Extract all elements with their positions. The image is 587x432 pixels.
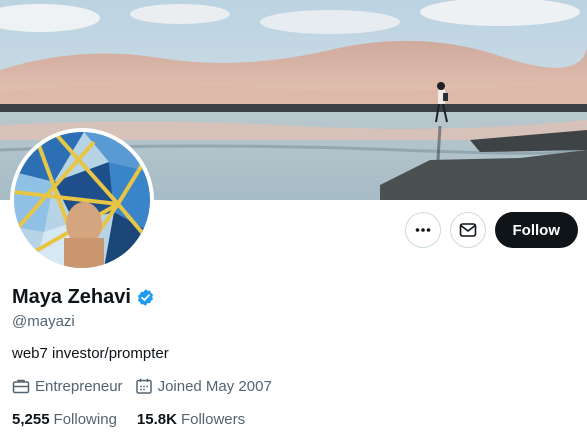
display-name-row: Maya Zehavi xyxy=(12,286,155,309)
more-button[interactable] xyxy=(404,212,441,248)
more-icon xyxy=(415,228,430,232)
category-label: Entrepreneur xyxy=(35,377,123,395)
calendar-icon xyxy=(135,378,152,394)
profile-joined: Joined May 2007 xyxy=(135,377,272,395)
profile-bio: web7 investor/prompter xyxy=(12,345,169,362)
profile-actions: Follow xyxy=(404,212,578,248)
profile-stats: 5,255 Following 15.8K Followers xyxy=(12,411,265,428)
following-label: Following xyxy=(53,411,117,428)
message-button[interactable] xyxy=(449,212,486,248)
joined-label: Joined May 2007 xyxy=(157,377,272,395)
verified-badge-icon[interactable] xyxy=(136,288,155,307)
profile-category: Entrepreneur xyxy=(12,377,123,395)
followers-link[interactable]: 15.8K Followers xyxy=(137,411,245,428)
avatar-image xyxy=(14,132,150,268)
profile-meta: Entrepreneur Joined May 2007 xyxy=(12,377,284,395)
following-count: 5,255 xyxy=(12,411,50,428)
followers-count: 15.8K xyxy=(136,411,177,428)
briefcase-icon xyxy=(12,379,30,394)
avatar[interactable] xyxy=(10,128,154,272)
followers-label: Followers xyxy=(180,411,246,428)
display-name: Maya Zehavi xyxy=(12,286,131,308)
user-handle: @mayazi xyxy=(12,313,75,330)
following-link[interactable]: 5,255 Following xyxy=(12,411,117,428)
follow-button[interactable]: Follow xyxy=(494,212,578,248)
envelope-icon xyxy=(459,223,476,237)
